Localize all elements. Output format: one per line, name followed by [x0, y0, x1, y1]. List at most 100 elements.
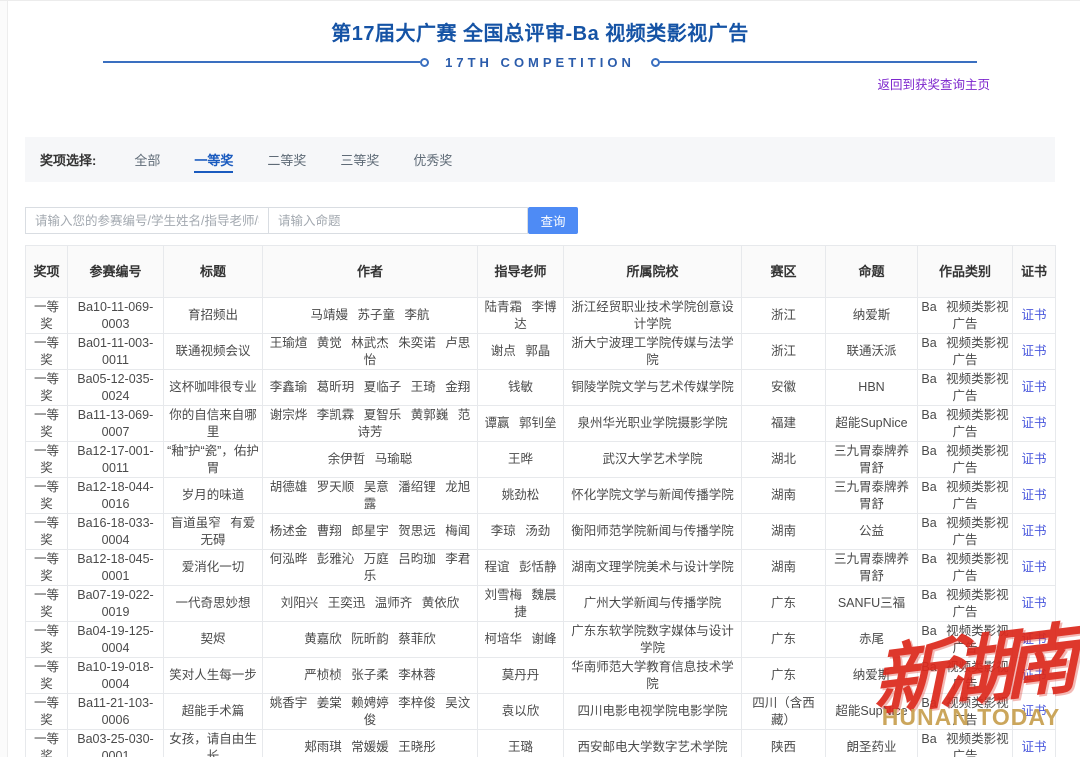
advisors-cell: 钱敏: [478, 370, 564, 406]
table-body: 一等奖 Ba10-11-069-0003 育招频出 马靖嫚 苏子童 李航 陆青霜…: [26, 298, 1056, 757]
work-title-cell: 这杯咖啡很专业: [164, 370, 263, 406]
certificate-link[interactable]: 证书: [1021, 308, 1046, 322]
entry-code-cell: Ba12-18-045-0001: [68, 550, 164, 586]
region-cell: 广东: [742, 622, 826, 658]
award-cell: 一等奖: [26, 586, 68, 622]
award-cell: 一等奖: [26, 406, 68, 442]
certificate-cell: 证书: [1013, 478, 1056, 514]
category-cell: Ba 视频类影视广告: [918, 658, 1013, 694]
award-filter-option[interactable]: 三等奖: [340, 153, 379, 171]
work-title-cell: 契烬: [164, 622, 263, 658]
award-cell: 一等奖: [26, 334, 68, 370]
entry-code-cell: Ba10-11-069-0003: [68, 298, 164, 334]
authors-cell: 李鑫瑜 葛昕玥 夏临子 王琦 金翔: [263, 370, 478, 406]
search-button[interactable]: 查询: [528, 207, 578, 234]
region-cell: 湖北: [742, 442, 826, 478]
certificate-cell: 证书: [1013, 622, 1056, 658]
award-filter-option[interactable]: 二等奖: [267, 153, 306, 171]
topic-cell: HBN: [826, 370, 918, 406]
keyword-search-input[interactable]: [25, 207, 268, 234]
entry-code-cell: Ba01-11-003-0011: [68, 334, 164, 370]
topic-cell: 超能SupNice: [826, 406, 918, 442]
column-header: 指导老师: [478, 246, 564, 298]
advisors-cell: 王璐: [478, 730, 564, 757]
certificate-cell: 证书: [1013, 550, 1056, 586]
column-header: 参赛编号: [68, 246, 164, 298]
table-row: 一等奖 Ba05-12-035-0024 这杯咖啡很专业 李鑫瑜 葛昕玥 夏临子…: [26, 370, 1056, 406]
award-cell: 一等奖: [26, 370, 68, 406]
certificate-link[interactable]: 证书: [1021, 740, 1046, 754]
category-cell: Ba 视频类影视广告: [918, 514, 1013, 550]
certificate-link[interactable]: 证书: [1021, 488, 1046, 502]
entry-code-cell: Ba11-21-103-0006: [68, 694, 164, 730]
advisors-cell: 王晔: [478, 442, 564, 478]
category-cell: Ba 视频类影视广告: [918, 550, 1013, 586]
certificate-cell: 证书: [1013, 514, 1056, 550]
certificate-link[interactable]: 证书: [1021, 524, 1046, 538]
column-header: 证书: [1013, 246, 1056, 298]
award-filter-option[interactable]: 全部: [134, 153, 160, 171]
certificate-link[interactable]: 证书: [1021, 596, 1046, 610]
authors-cell: 何泓晔 彭雅沁 万庭 吕昀珈 李君乐: [263, 550, 478, 586]
table-row: 一等奖 Ba12-18-045-0001 爱消化一切 何泓晔 彭雅沁 万庭 吕昀…: [26, 550, 1056, 586]
certificate-link[interactable]: 证书: [1021, 452, 1046, 466]
topic-search-input[interactable]: [268, 207, 528, 234]
award-query-page: 第17届大广赛 全国总评审-Ba 视频类影视广告 17TH COMPETITIO…: [0, 0, 1080, 757]
authors-cell: 严桢桢 张子柔 李林蓉: [263, 658, 478, 694]
certificate-link[interactable]: 证书: [1021, 668, 1046, 682]
certificate-link[interactable]: 证书: [1021, 416, 1046, 430]
certificate-link[interactable]: 证书: [1021, 344, 1046, 358]
certificate-link[interactable]: 证书: [1021, 560, 1046, 574]
table-row: 一等奖 Ba11-13-069-0007 你的自信来自哪里 谢宗烨 李凯霖 夏智…: [26, 406, 1056, 442]
certificate-cell: 证书: [1013, 442, 1056, 478]
region-cell: 安徽: [742, 370, 826, 406]
topic-cell: 纳爱斯: [826, 658, 918, 694]
ring-icon-left: [420, 58, 429, 67]
category-cell: Ba 视频类影视广告: [918, 478, 1013, 514]
topic-cell: SANFU三福: [826, 586, 918, 622]
school-cell: 华南师范大学教育信息技术学院: [564, 658, 742, 694]
certificate-cell: 证书: [1013, 370, 1056, 406]
topic-cell: 三九胃泰牌养胃舒: [826, 478, 918, 514]
award-filter-option[interactable]: 一等奖: [194, 153, 233, 173]
certificate-link[interactable]: 证书: [1021, 380, 1046, 394]
advisors-cell: 谭赢 郭钊垒: [478, 406, 564, 442]
table-row: 一等奖 Ba12-17-001-0011 “釉”护“瓷”，佑护胃 余伊哲 马瑜聪…: [26, 442, 1056, 478]
entry-code-cell: Ba03-25-030-0001: [68, 730, 164, 757]
filter-label: 奖项选择:: [40, 150, 96, 169]
advisors-cell: 陆青霜 李博达: [478, 298, 564, 334]
certificate-cell: 证书: [1013, 334, 1056, 370]
school-cell: 武汉大学艺术学院: [564, 442, 742, 478]
certificate-link[interactable]: 证书: [1021, 632, 1046, 646]
award-cell: 一等奖: [26, 694, 68, 730]
region-cell: 四川（含西藏）: [742, 694, 826, 730]
certificate-link[interactable]: 证书: [1021, 704, 1046, 718]
work-title-cell: 笑对人生每一步: [164, 658, 263, 694]
filter-options: 全部 一等奖 二等奖 三等奖 优秀奖: [134, 150, 486, 170]
award-cell: 一等奖: [26, 730, 68, 757]
region-cell: 浙江: [742, 298, 826, 334]
award-cell: 一等奖: [26, 622, 68, 658]
category-cell: Ba 视频类影视广告: [918, 730, 1013, 757]
work-title-cell: 女孩，请自由生长: [164, 730, 263, 757]
award-cell: 一等奖: [26, 658, 68, 694]
region-cell: 湖南: [742, 478, 826, 514]
authors-cell: 马靖嫚 苏子童 李航: [263, 298, 478, 334]
award-filter-option[interactable]: 优秀奖: [413, 153, 452, 171]
authors-cell: 黄嘉欣 阮昕韵 蔡菲欣: [263, 622, 478, 658]
school-cell: 浙大宁波理工学院传媒与法学院: [564, 334, 742, 370]
category-cell: Ba 视频类影视广告: [918, 406, 1013, 442]
work-title-cell: 岁月的味道: [164, 478, 263, 514]
back-to-home-link[interactable]: 返回到获奖查询主页: [877, 78, 990, 92]
school-cell: 铜陵学院文学与艺术传媒学院: [564, 370, 742, 406]
table-row: 一等奖 Ba10-11-069-0003 育招频出 马靖嫚 苏子童 李航 陆青霜…: [26, 298, 1056, 334]
table-row: 一等奖 Ba01-11-003-0011 联通视频会议 王瑜煊 黄觉 林武杰 朱…: [26, 334, 1056, 370]
school-cell: 湖南文理学院美术与设计学院: [564, 550, 742, 586]
entry-code-cell: Ba07-19-022-0019: [68, 586, 164, 622]
column-header: 标题: [164, 246, 263, 298]
table-header-row: 奖项参赛编号标题作者指导老师所属院校赛区命题作品类别证书: [26, 246, 1056, 298]
authors-cell: 王瑜煊 黄觉 林武杰 朱奕诺 卢思怡: [263, 334, 478, 370]
page-title: 第17届大广赛 全国总评审-Ba 视频类影视广告: [25, 17, 1055, 46]
advisors-cell: 袁以欣: [478, 694, 564, 730]
table-row: 一等奖 Ba04-19-125-0004 契烬 黄嘉欣 阮昕韵 蔡菲欣 柯培华 …: [26, 622, 1056, 658]
